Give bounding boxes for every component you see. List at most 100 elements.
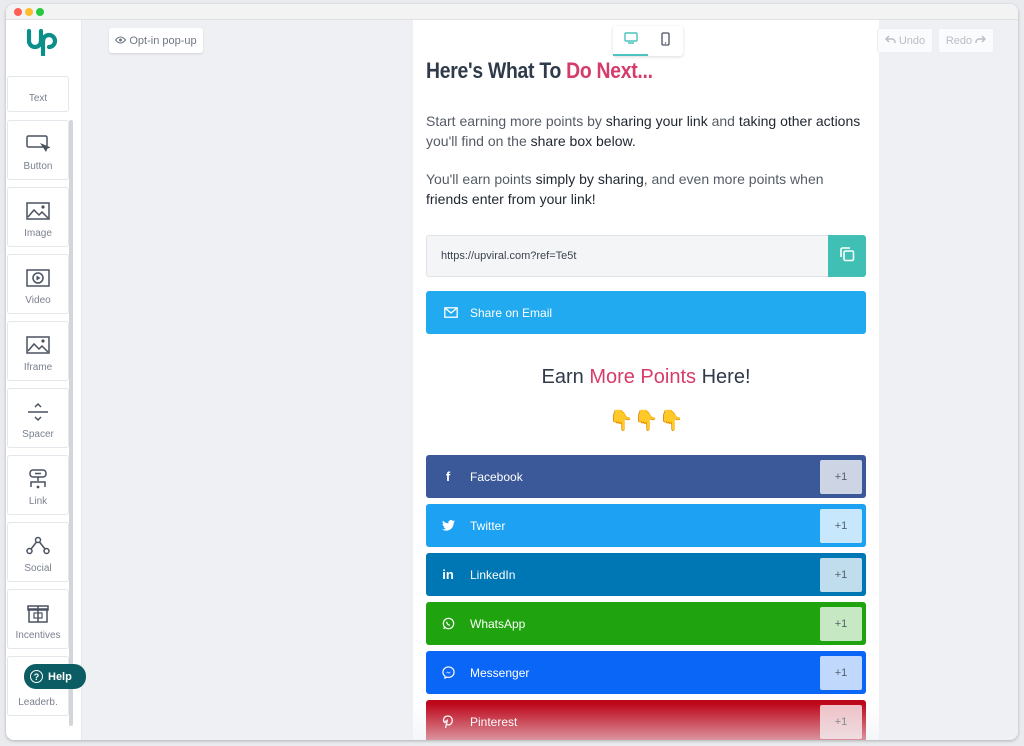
share-link-box: https://upviral.com?ref=Te5t — [426, 235, 866, 277]
eye-icon — [115, 35, 127, 47]
page-canvas: Here's What To Do Next... Start earning … — [413, 20, 879, 740]
palette-item-label: Link — [28, 496, 48, 507]
desktop-view-button[interactable] — [613, 26, 648, 56]
maximize-window-button[interactable] — [36, 8, 44, 16]
earn-points-title[interactable]: Earn More Points Here! — [426, 366, 866, 389]
social-button-pinterest[interactable]: Pinterest +1 — [426, 700, 866, 740]
social-button-label: Facebook — [470, 469, 523, 484]
palette-item-label: Iframe — [23, 362, 53, 373]
help-button[interactable]: ? Help — [24, 664, 86, 689]
palette-item-text[interactable]: Text — [7, 76, 69, 112]
social-button-label: Twitter — [470, 518, 506, 533]
bold-span: sharing your link — [605, 113, 708, 129]
palette-item-video[interactable]: Video — [7, 254, 69, 314]
app-window: Text Button Image Video Iframe Spacer Li… — [6, 4, 1018, 740]
video-icon — [25, 267, 51, 289]
palette-item-spacer[interactable]: Spacer — [7, 388, 69, 448]
optin-popup-label: Opt-in pop-up — [129, 34, 197, 47]
spacer-icon — [25, 401, 51, 423]
palette-item-label: Button — [23, 161, 53, 172]
text-span: you'll find on the — [426, 133, 531, 149]
palette-item-label: Incentives — [15, 630, 61, 641]
palette-item-label: Image — [24, 228, 52, 239]
copy-icon — [839, 246, 855, 267]
twitter-icon — [426, 520, 470, 531]
gift-icon — [25, 602, 51, 624]
points-badge: +1 — [820, 557, 862, 592]
bold-span: friends enter from your link! — [426, 191, 596, 207]
redo-icon — [975, 35, 987, 47]
bold-span: taking other actions — [738, 113, 861, 129]
help-label: Help — [48, 670, 72, 683]
text-span: Earn — [541, 366, 590, 388]
social-button-messenger[interactable]: Messenger +1 — [426, 651, 866, 694]
desktop-icon — [623, 31, 638, 49]
palette-item-label: Video — [25, 295, 51, 306]
palette-scrollbar[interactable] — [69, 120, 73, 726]
undo-button[interactable]: Undo — [877, 28, 933, 53]
undo-icon — [884, 35, 896, 47]
pointing-down-emojis: 👇👇👇 — [608, 410, 684, 432]
earn-title-accent: More Points — [589, 366, 697, 388]
text-span: , and even more points when — [643, 171, 824, 187]
social-button-label: Pinterest — [470, 714, 518, 729]
page-heading[interactable]: Here's What To Do Next... — [426, 58, 653, 84]
social-button-whatsapp[interactable]: WhatsApp +1 — [426, 602, 866, 645]
help-icon: ? — [30, 670, 43, 683]
mobile-icon — [661, 31, 670, 51]
text-span: Start earning more points by — [426, 113, 606, 129]
text-span: Here! — [696, 366, 751, 388]
facebook-icon: f — [445, 469, 451, 484]
element-palette: Text Button Image Video Iframe Spacer Li… — [6, 20, 82, 740]
social-button-label: Messenger — [470, 665, 530, 680]
messenger-icon — [426, 666, 470, 679]
points-badge: +1 — [820, 606, 862, 641]
share-link-input[interactable]: https://upviral.com?ref=Te5t — [426, 235, 828, 277]
image-icon — [25, 200, 51, 222]
upviral-logo — [26, 28, 58, 58]
share-link-text: https://upviral.com?ref=Te5t — [441, 250, 577, 262]
social-button-facebook[interactable]: f Facebook +1 — [426, 455, 866, 498]
undo-label: Undo — [898, 34, 926, 47]
palette-item-label: Leaderb. — [18, 697, 58, 708]
copy-link-button[interactable] — [828, 235, 866, 277]
text-span: and — [707, 113, 739, 129]
palette-item-label: Spacer — [22, 429, 54, 440]
points-paragraph[interactable]: You'll earn points simply by sharing, an… — [426, 169, 866, 209]
mobile-view-button[interactable] — [648, 26, 683, 56]
linkedin-icon: in — [442, 567, 454, 582]
link-icon — [25, 468, 51, 490]
palette-item-social[interactable]: Social — [7, 522, 69, 582]
heading-accent-text: Do Next... — [566, 58, 653, 83]
palette-item-image[interactable]: Image — [7, 187, 69, 247]
share-email-label: Share on Email — [470, 305, 553, 320]
redo-label: Redo — [945, 34, 973, 47]
envelope-icon — [444, 307, 458, 318]
minimize-window-button[interactable] — [25, 8, 33, 16]
social-button-twitter[interactable]: Twitter +1 — [426, 504, 866, 547]
social-button-label: WhatsApp — [470, 616, 526, 631]
social-button-label: LinkedIn — [470, 567, 516, 582]
points-badge: +1 — [820, 704, 862, 739]
text-span: You'll earn points — [426, 171, 536, 187]
share-email-button[interactable]: Share on Email — [426, 291, 866, 334]
optin-popup-button[interactable]: Opt-in pop-up — [109, 28, 203, 53]
intro-paragraph[interactable]: Start earning more points by sharing you… — [426, 111, 866, 151]
redo-button[interactable]: Redo — [938, 28, 994, 53]
pinterest-icon — [426, 714, 470, 729]
palette-item-link[interactable]: Link — [7, 455, 69, 515]
social-button-linkedin[interactable]: in LinkedIn +1 — [426, 553, 866, 596]
palette-item-incentives[interactable]: Incentives — [7, 589, 69, 649]
bold-span: share box below. — [530, 133, 636, 149]
points-badge: +1 — [820, 459, 862, 494]
palette-item-label: Text — [28, 93, 48, 104]
bold-span: simply by sharing — [535, 171, 644, 187]
palette-item-label: Social — [24, 563, 52, 574]
whatsapp-icon — [426, 617, 470, 630]
social-icon — [25, 535, 51, 557]
iframe-icon — [25, 334, 51, 356]
close-window-button[interactable] — [14, 8, 22, 16]
palette-item-button[interactable]: Button — [7, 120, 69, 180]
window-titlebar — [6, 4, 1018, 20]
palette-item-iframe[interactable]: Iframe — [7, 321, 69, 381]
